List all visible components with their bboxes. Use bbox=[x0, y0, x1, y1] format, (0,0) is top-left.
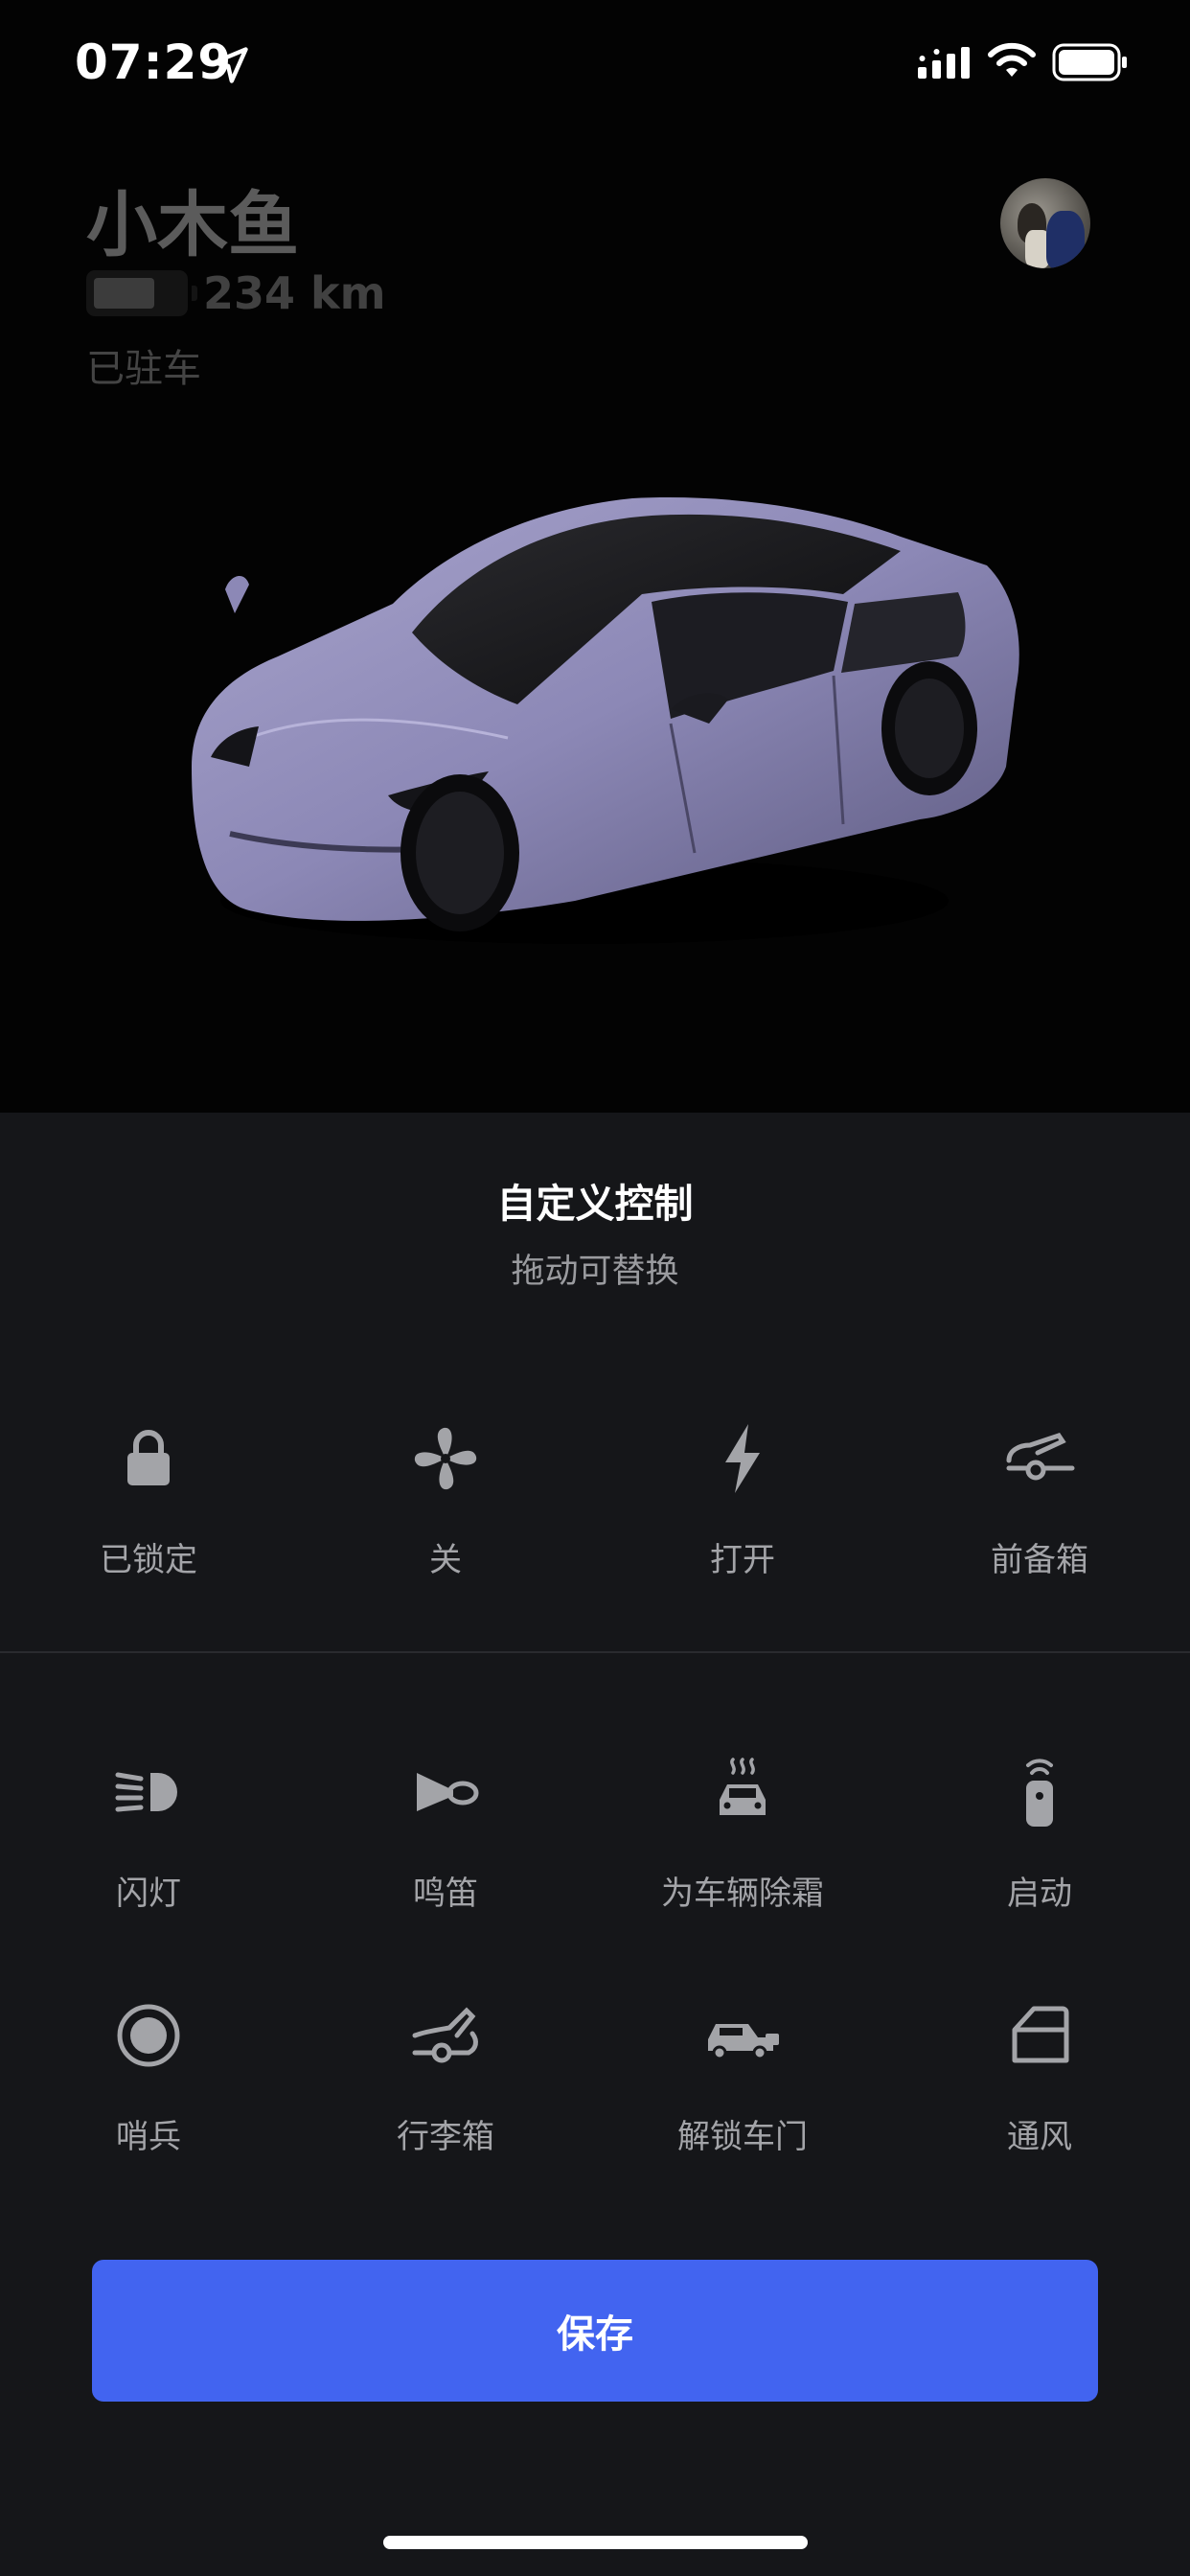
control-label: 前备箱 bbox=[991, 1541, 1088, 1579]
vehicle-hero: 07:29 小木鱼 234 km 已驻车 bbox=[0, 0, 1190, 1113]
headlight-icon bbox=[115, 1772, 177, 1812]
car-image bbox=[192, 497, 1019, 944]
trunk-icon bbox=[412, 2007, 478, 2063]
control-charge-port[interactable]: 打开 bbox=[594, 1418, 891, 1610]
control-sentry[interactable]: 哨兵 bbox=[0, 1995, 297, 2187]
range-battery-icon bbox=[86, 270, 197, 316]
control-label: 已锁定 bbox=[100, 1541, 197, 1579]
wifi-icon bbox=[988, 42, 1036, 77]
horn-icon bbox=[417, 1773, 479, 1811]
car-unlock-icon bbox=[708, 2024, 779, 2060]
cellular-signal-icon bbox=[918, 47, 970, 79]
location-arrow-icon bbox=[212, 47, 248, 83]
control-frunk[interactable]: 前备箱 bbox=[891, 1418, 1188, 1610]
control-label: 为车辆除霜 bbox=[661, 1874, 824, 1913]
bolt-icon bbox=[725, 1424, 760, 1493]
control-label: 哨兵 bbox=[116, 2118, 181, 2156]
control-vent[interactable]: 通风 bbox=[891, 1995, 1188, 2187]
control-label: 鸣笛 bbox=[413, 1874, 478, 1913]
control-fan[interactable]: 关 bbox=[297, 1418, 594, 1610]
control-trunk[interactable]: 行李箱 bbox=[297, 1995, 594, 2187]
control-label: 打开 bbox=[710, 1541, 775, 1579]
vehicle-name: 小木鱼 bbox=[86, 184, 299, 266]
window-vent-icon bbox=[1012, 2006, 1069, 2063]
save-button[interactable]: 保存 bbox=[92, 2260, 1098, 2402]
fan-icon bbox=[414, 1427, 477, 1490]
home-indicator[interactable] bbox=[383, 2536, 808, 2549]
control-label: 关 bbox=[429, 1541, 462, 1579]
park-status: 已驻车 bbox=[86, 347, 201, 391]
lock-icon bbox=[127, 1430, 170, 1485]
control-label: 通风 bbox=[1007, 2118, 1072, 2156]
status-bar: 07:29 bbox=[0, 0, 1190, 129]
user-avatar[interactable] bbox=[1000, 178, 1090, 268]
panel-subtitle: 拖动可替换 bbox=[511, 1253, 679, 1291]
panel-title: 自定义控制 bbox=[496, 1181, 694, 1227]
divider bbox=[0, 1651, 1190, 1653]
battery-status-icon bbox=[1052, 43, 1127, 81]
control-lock[interactable]: 已锁定 bbox=[0, 1418, 297, 1610]
sentry-icon bbox=[117, 2004, 180, 2067]
defrost-icon bbox=[720, 1758, 766, 1815]
control-label: 解锁车门 bbox=[677, 2118, 808, 2156]
range-battery-fill bbox=[94, 278, 154, 309]
range-indicator: 234 km bbox=[86, 267, 386, 319]
frunk-icon bbox=[1006, 1433, 1075, 1481]
control-flash-lights[interactable]: 闪灯 bbox=[0, 1752, 297, 1944]
control-start[interactable]: 启动 bbox=[891, 1752, 1188, 1944]
control-unlock-doors[interactable]: 解锁车门 bbox=[594, 1995, 891, 2187]
control-label: 行李箱 bbox=[397, 2118, 494, 2156]
control-horn[interactable]: 鸣笛 bbox=[297, 1752, 594, 1944]
range-value: 234 km bbox=[203, 267, 386, 319]
control-label: 启动 bbox=[1007, 1874, 1072, 1913]
key-fob-icon bbox=[1026, 1759, 1053, 1827]
control-label: 闪灯 bbox=[116, 1874, 181, 1913]
control-defrost[interactable]: 为车辆除霜 bbox=[594, 1752, 891, 1944]
